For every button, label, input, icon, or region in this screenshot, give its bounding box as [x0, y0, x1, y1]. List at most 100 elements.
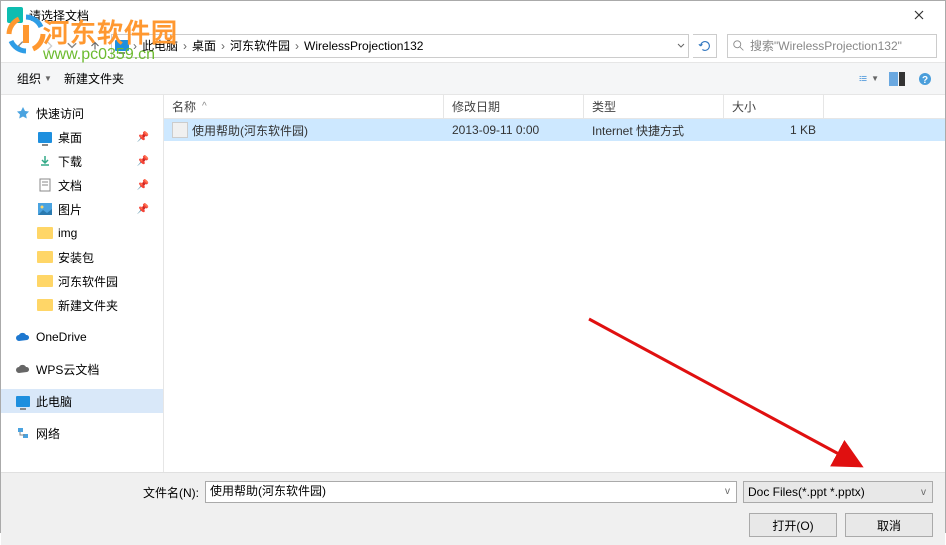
chevron-right-icon: ›	[295, 39, 299, 53]
sidebar-label: 图片	[58, 201, 82, 218]
chevron-down-icon: ▼	[871, 74, 879, 83]
filter-value: Doc Files(*.ppt *.pptx)	[748, 485, 865, 499]
network-icon	[15, 425, 31, 441]
file-type: Internet 快捷方式	[584, 122, 724, 139]
sidebar-label: 新建文件夹	[58, 297, 118, 314]
window-title: 请选择文档	[29, 7, 899, 24]
view-options-button[interactable]: ▼	[859, 69, 879, 89]
sidebar-onedrive[interactable]: OneDrive	[1, 325, 163, 349]
monitor-icon	[15, 393, 31, 409]
search-icon	[732, 39, 746, 53]
sidebar-thispc[interactable]: 此电脑	[1, 389, 163, 413]
sidebar-newfolder-folder[interactable]: 新建文件夹	[1, 293, 163, 317]
sidebar-label: OneDrive	[36, 330, 87, 344]
help-icon: ?	[918, 72, 932, 86]
file-modified: 2013-09-11 0:00	[444, 123, 584, 137]
folder-icon	[37, 273, 53, 289]
file-list[interactable]: 使用帮助(河东软件园) 2013-09-11 0:00 Internet 快捷方…	[164, 119, 945, 472]
pin-icon: 📌	[137, 204, 149, 215]
col-name[interactable]: 名称 ^	[164, 95, 444, 118]
filename-input[interactable]: 使用帮助(河东软件园)	[205, 481, 737, 503]
sidebar-label: img	[58, 226, 77, 240]
cancel-label: 取消	[877, 517, 901, 534]
view-list-icon	[859, 72, 868, 86]
help-button[interactable]: ?	[915, 69, 935, 89]
newfolder-button[interactable]: 新建文件夹	[58, 70, 130, 87]
sidebar-hedong-folder[interactable]: 河东软件园	[1, 269, 163, 293]
image-icon	[37, 201, 53, 217]
navbar: › 此电脑 › 桌面 › 河东软件园 › WirelessProjection1…	[1, 29, 945, 63]
sidebar-quickaccess[interactable]: 快速访问	[1, 101, 163, 125]
breadcrumb-item[interactable]: 桌面	[190, 37, 218, 54]
newfolder-label: 新建文件夹	[64, 70, 124, 87]
cancel-button[interactable]: 取消	[845, 513, 933, 537]
document-icon	[37, 177, 53, 193]
file-area: 名称 ^ 修改日期 类型 大小 使用帮助(河东软件园)	[164, 95, 945, 472]
file-name: 使用帮助(河东软件园)	[192, 122, 308, 139]
star-icon	[15, 105, 31, 121]
sidebar-downloads[interactable]: 下载 📌	[1, 149, 163, 173]
sidebar-img-folder[interactable]: img	[1, 221, 163, 245]
breadcrumb-item[interactable]: 河东软件园	[228, 37, 292, 54]
chevron-down-icon	[65, 39, 79, 53]
up-icon	[88, 39, 102, 53]
col-modified-label: 修改日期	[452, 98, 500, 115]
sidebar-label: 快速访问	[36, 105, 84, 122]
sort-asc-icon: ^	[202, 101, 207, 112]
open-button[interactable]: 打开(O)	[749, 513, 837, 537]
sidebar-label: WPS云文档	[36, 361, 99, 378]
folder-icon	[37, 225, 53, 241]
sidebar-wps[interactable]: WPS云文档	[1, 357, 163, 381]
organize-label: 组织	[17, 70, 41, 87]
breadcrumb-dropdown[interactable]	[676, 41, 686, 51]
col-type-label: 类型	[592, 98, 616, 115]
monitor-icon	[37, 129, 53, 145]
app-icon	[7, 7, 23, 23]
sidebar-label: 安装包	[58, 249, 94, 266]
sidebar-installer-folder[interactable]: 安装包	[1, 245, 163, 269]
download-icon	[37, 153, 53, 169]
back-button[interactable]	[9, 34, 33, 58]
sidebar-label: 下载	[58, 153, 82, 170]
folder-icon	[37, 249, 53, 265]
chevron-right-icon: ›	[221, 39, 225, 53]
pin-icon: 📌	[137, 156, 149, 167]
chevron-right-icon: ›	[133, 39, 137, 53]
sidebar-label: 此电脑	[36, 393, 72, 410]
sidebar-desktop[interactable]: 桌面 📌	[1, 125, 163, 149]
sidebar-documents[interactable]: 文档 📌	[1, 173, 163, 197]
refresh-button[interactable]	[693, 34, 717, 58]
col-size-label: 大小	[732, 98, 756, 115]
pc-icon	[114, 38, 130, 54]
recent-dropdown[interactable]	[65, 34, 79, 58]
svg-text:?: ?	[922, 75, 928, 86]
sidebar: 快速访问 桌面 📌 下载 📌 文档 📌 图片 📌	[1, 95, 164, 472]
open-label: 打开(O)	[772, 517, 813, 534]
breadcrumb[interactable]: › 此电脑 › 桌面 › 河东软件园 › WirelessProjection1…	[111, 34, 689, 58]
breadcrumb-item[interactable]: WirelessProjection132	[302, 39, 425, 53]
sidebar-label: 文档	[58, 177, 82, 194]
close-button[interactable]	[899, 1, 939, 29]
file-size: 1 KB	[724, 123, 824, 137]
file-row[interactable]: 使用帮助(河东软件园) 2013-09-11 0:00 Internet 快捷方…	[164, 119, 945, 141]
forward-icon	[42, 39, 56, 53]
search-placeholder: 搜索"WirelessProjection132"	[750, 37, 902, 54]
organize-menu[interactable]: 组织 ▼	[11, 70, 58, 87]
sidebar-network[interactable]: 网络	[1, 421, 163, 445]
pin-icon: 📌	[137, 180, 149, 191]
close-icon	[914, 10, 924, 20]
sidebar-pictures[interactable]: 图片 📌	[1, 197, 163, 221]
col-name-label: 名称	[172, 98, 196, 115]
up-button[interactable]	[83, 34, 107, 58]
col-type[interactable]: 类型	[584, 95, 724, 118]
search-input[interactable]: 搜索"WirelessProjection132"	[727, 34, 937, 58]
cloud-icon	[15, 329, 31, 345]
col-modified[interactable]: 修改日期	[444, 95, 584, 118]
preview-pane-icon	[889, 72, 905, 86]
filetype-filter[interactable]: Doc Files(*.ppt *.pptx)	[743, 481, 933, 503]
forward-button[interactable]	[37, 34, 61, 58]
preview-pane-button[interactable]	[887, 69, 907, 89]
col-size[interactable]: 大小	[724, 95, 824, 118]
breadcrumb-item[interactable]: 此电脑	[140, 37, 180, 54]
filename-value: 使用帮助(河东软件园)	[210, 484, 326, 498]
